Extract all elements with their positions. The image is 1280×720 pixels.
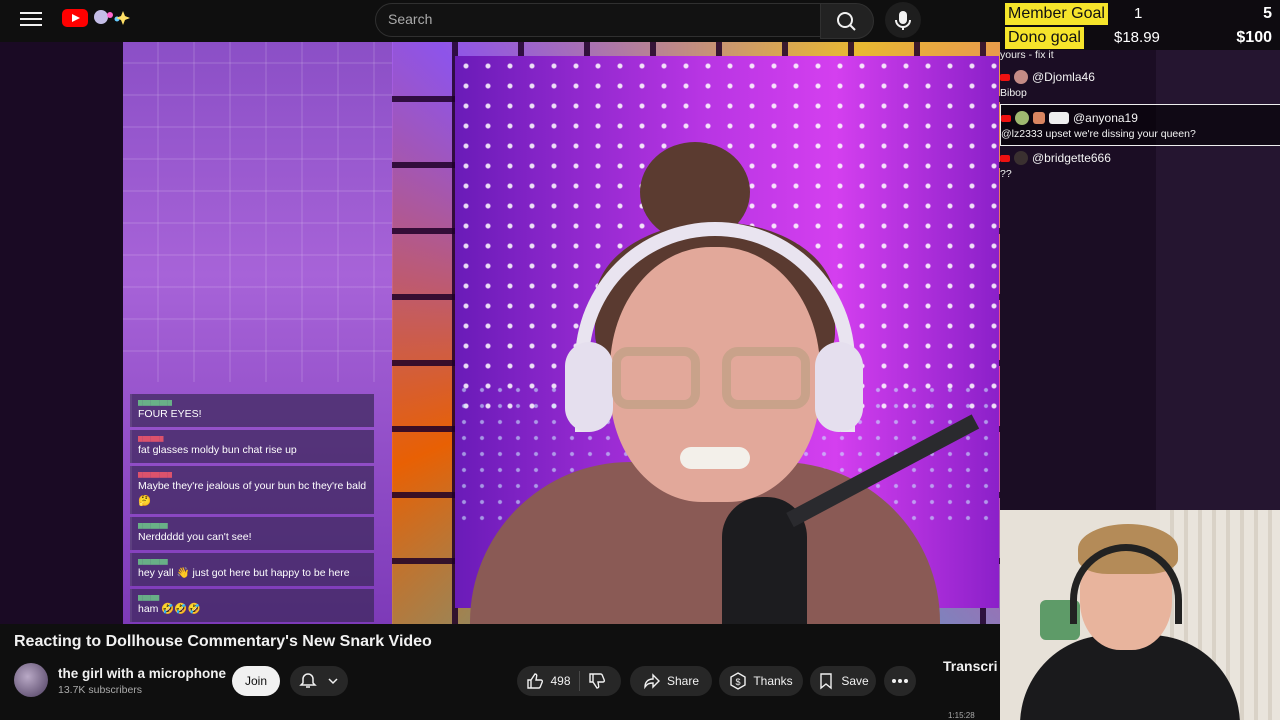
youtube-logo[interactable]	[62, 9, 88, 27]
notifications-button[interactable]	[290, 666, 348, 696]
youtube-icon	[1000, 154, 1010, 162]
headphone-cup-left	[565, 342, 613, 432]
member-goal-target: 5	[1263, 5, 1272, 22]
youtube-icon	[1001, 114, 1011, 122]
dono-goal: Dono goal $18.99 $100	[1000, 26, 1280, 50]
search-input[interactable]	[376, 4, 800, 34]
stream-chat-message: ███████ hey yall 👋 just got here but hap…	[130, 553, 374, 586]
stream-chat-user: ███████	[138, 523, 168, 529]
chat-text: @lz2333 upset we're dissing your queen?	[1001, 128, 1196, 140]
facecam	[1000, 510, 1280, 720]
stream-chat-user: ████████	[138, 472, 173, 478]
stream-chat-text: Nerddddd you can't see!	[138, 531, 252, 543]
chat-message-highlighted: @anyona19 @lz2333 upset we're dissing yo…	[1000, 104, 1280, 146]
glasses-lens-right	[722, 347, 810, 409]
thanks-icon: $	[730, 672, 747, 690]
avatar	[1014, 151, 1028, 165]
more-icon	[892, 679, 908, 683]
streamer-mouth	[680, 447, 750, 469]
voice-search-button[interactable]	[885, 2, 921, 38]
stream-chat-user: █████	[138, 595, 160, 601]
share-icon	[644, 673, 660, 690]
divider	[578, 671, 580, 691]
stream-chat-user: ██████	[138, 436, 164, 442]
chat-text: Bibop	[1000, 87, 1027, 99]
like-dislike-group: 498	[517, 666, 621, 696]
like-count: 498	[550, 674, 571, 688]
channel-name[interactable]: the girl with a microphone	[58, 666, 226, 681]
channel-avatar[interactable]	[14, 663, 48, 697]
headphone-cup-right	[815, 342, 863, 432]
mic-icon	[895, 11, 911, 30]
dono-goal-target: $100	[1236, 29, 1272, 46]
thanks-button[interactable]: $ Thanks	[719, 666, 803, 696]
member-badge-icon	[1033, 112, 1045, 124]
save-label: Save	[841, 674, 869, 688]
dono-goal-label: Dono goal	[1005, 27, 1084, 49]
share-button[interactable]: Share	[630, 666, 712, 696]
stream-chat-text: FOUR EYES!	[138, 408, 202, 420]
stream-goals: Member Goal 1 5 Dono goal $18.99 $100	[1000, 0, 1280, 50]
stream-chat-text: hey yall 👋 just got here but happy to be…	[138, 567, 350, 579]
more-actions-button[interactable]	[884, 666, 916, 696]
chevron-down-icon	[328, 678, 338, 685]
avatar	[1014, 70, 1028, 84]
glasses-lens-left	[612, 347, 700, 409]
transcript-panel-title: Transcri	[943, 658, 998, 674]
stream-chat-user: ████████	[138, 400, 173, 406]
save-button[interactable]: Save	[810, 666, 876, 696]
top-bar	[0, 0, 1000, 40]
youtube-icon	[1000, 73, 1010, 81]
chat-message: @bridgette666 ??	[1000, 150, 1280, 182]
like-icon[interactable]	[526, 672, 544, 690]
transcript-timestamp[interactable]: 1:15:28	[948, 711, 975, 720]
dono-goal-current: $18.99	[1114, 29, 1160, 46]
search-icon	[837, 12, 856, 31]
menu-icon[interactable]	[18, 8, 44, 30]
stream-chat-text: Maybe they're jealous of your bun bc the…	[138, 480, 367, 507]
chat-username: @bridgette666	[1032, 151, 1111, 165]
chat-username: @anyona19	[1073, 111, 1138, 125]
stream-chat-message: ████████ FOUR EYES!	[130, 394, 374, 427]
crown-badge-icon	[1049, 112, 1069, 124]
member-goal-label: Member Goal	[1005, 3, 1108, 25]
subscriber-count: 13.7K subscribers	[58, 684, 143, 696]
stream-chat-text: ham 🤣🤣🤣	[138, 603, 201, 615]
tile-pattern	[123, 42, 393, 382]
chat-text: ??	[1000, 168, 1012, 180]
bookmark-icon	[820, 673, 833, 690]
stream-chat-user: ███████	[138, 559, 168, 565]
stream-chat-message: ███████ Nerddddd you can't see!	[130, 517, 374, 550]
bell-icon	[299, 673, 317, 688]
stream-chat-message: ██████ fat glasses moldy bun chat rise u…	[130, 430, 374, 463]
stream-chat-message: ████████ Maybe they're jealous of your b…	[130, 466, 374, 514]
member-goal: Member Goal 1 5	[1000, 2, 1280, 26]
thanks-label: Thanks	[753, 674, 793, 688]
dislike-icon[interactable]	[588, 672, 606, 690]
avatar	[1015, 111, 1029, 125]
join-button[interactable]: Join	[232, 666, 280, 696]
share-label: Share	[666, 674, 700, 688]
stream-chat-message: █████ ham 🤣🤣🤣	[130, 589, 374, 622]
member-goal-current: 1	[1134, 5, 1143, 22]
sparkle-decoration-icon	[94, 10, 130, 25]
stream-chat-text: fat glasses moldy bun chat rise up	[138, 444, 297, 456]
svg-text:$: $	[736, 677, 741, 687]
stream-chat-overlay: ████████ FOUR EYES! ██████ fat glasses m…	[130, 394, 374, 624]
chat-username: @Djomla46	[1032, 70, 1095, 84]
chat-message: @Djomla46 Bibop	[1000, 69, 1280, 101]
search-button[interactable]	[820, 3, 874, 39]
search-box	[375, 3, 821, 37]
chat-truncated-message: yours - fix it	[1000, 49, 1054, 61]
video-title: Reacting to Dollhouse Commentary's New S…	[14, 633, 432, 650]
video-player[interactable]: ████████ FOUR EYES! ██████ fat glasses m…	[0, 42, 1000, 624]
